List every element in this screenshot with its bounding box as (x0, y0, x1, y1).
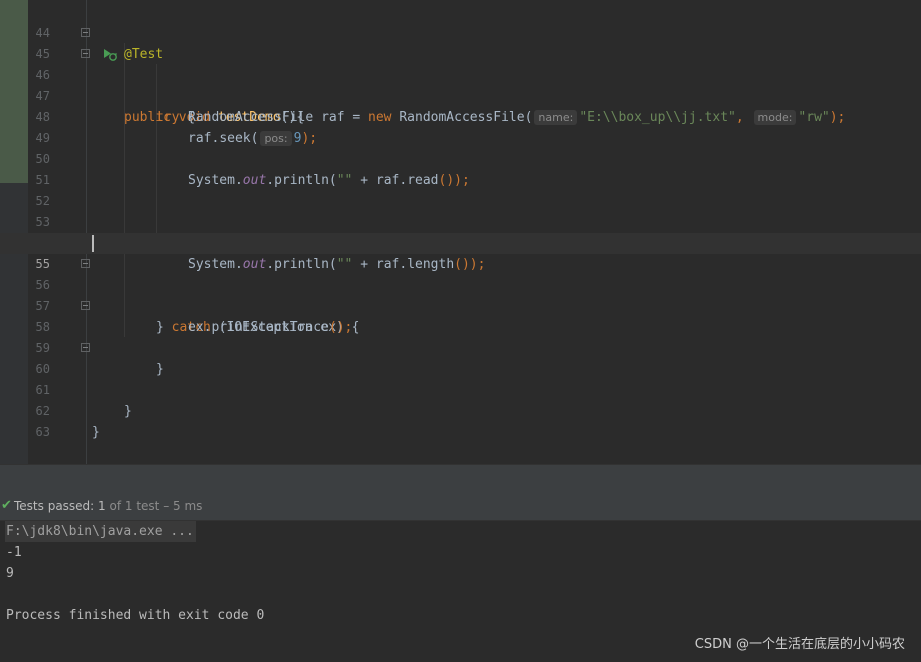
punctuation: } (92, 425, 100, 440)
code-editor[interactable]: 44 @Test 45 public void testDemo(){ 46 t… (0, 0, 921, 464)
check-icon: ✔ (1, 498, 12, 513)
fold-marker-icon[interactable] (81, 301, 90, 310)
code-line-62: 62 } (0, 380, 921, 440)
console-output-line: 9 (6, 566, 14, 581)
code-line-51: 51 (0, 149, 921, 187)
code-line-55-current[interactable]: 55 (0, 233, 921, 271)
total-tests: of 1 test (109, 499, 160, 513)
code-line-56: 56 } catch (IOException ex) { (0, 254, 921, 335)
code-line-48: 48 raf.seek(pos: 9); (0, 86, 921, 146)
run-test-icon[interactable] (55, 26, 117, 61)
code-line-59: 59 (0, 317, 921, 355)
code-line-63: 63 (0, 401, 921, 439)
text-caret (92, 235, 94, 252)
test-duration: – 5 ms (163, 499, 203, 513)
code-line-50: 50 System.out.println("" + raf.read()); (0, 128, 921, 188)
console-command-line[interactable]: F:\jdk8\bin\java.exe ... (5, 521, 196, 542)
console-output-line: -1 (6, 545, 22, 560)
code-line-49: 49 (0, 107, 921, 145)
code-line-61: 61 (0, 359, 921, 397)
code-line-45: 45 public void testDemo(){ (0, 23, 921, 125)
code-line-52: 52 (0, 170, 921, 208)
code-line-44: 44 @Test (0, 2, 921, 62)
code-line-60: 60 } (0, 338, 921, 419)
passed-count: 1 (98, 499, 106, 513)
line-number: 63 (35, 425, 50, 439)
fold-marker-icon[interactable] (81, 259, 90, 268)
test-status-bar: ✔ Tests passed: 1 of 1 test – 5 ms (0, 492, 921, 521)
panel-splitter[interactable] (0, 464, 921, 493)
fold-marker-icon[interactable] (81, 343, 90, 352)
code-line-58: 58 } (0, 296, 921, 377)
code-line-47: 47 RandomAccessFile raf = new RandomAcce… (0, 65, 921, 125)
code-line-53: 53 (0, 191, 921, 229)
fold-marker-icon[interactable] (81, 28, 90, 37)
tests-passed-label: Tests passed: (14, 499, 95, 513)
code-line-57: 57 ex.printStackTrace(); (0, 275, 921, 335)
code-line-46: 46 try { (0, 44, 921, 125)
test-status-text: Tests passed: 1 of 1 test – 5 ms (14, 492, 202, 520)
code-line-54: 54 System.out.println("" + raf.length())… (0, 212, 921, 272)
fold-marker-icon[interactable] (81, 49, 90, 58)
csdn-watermark: CSDN @一个生活在底层的小小码农 (694, 637, 905, 652)
console-exit-message: Process finished with exit code 0 (6, 608, 265, 623)
